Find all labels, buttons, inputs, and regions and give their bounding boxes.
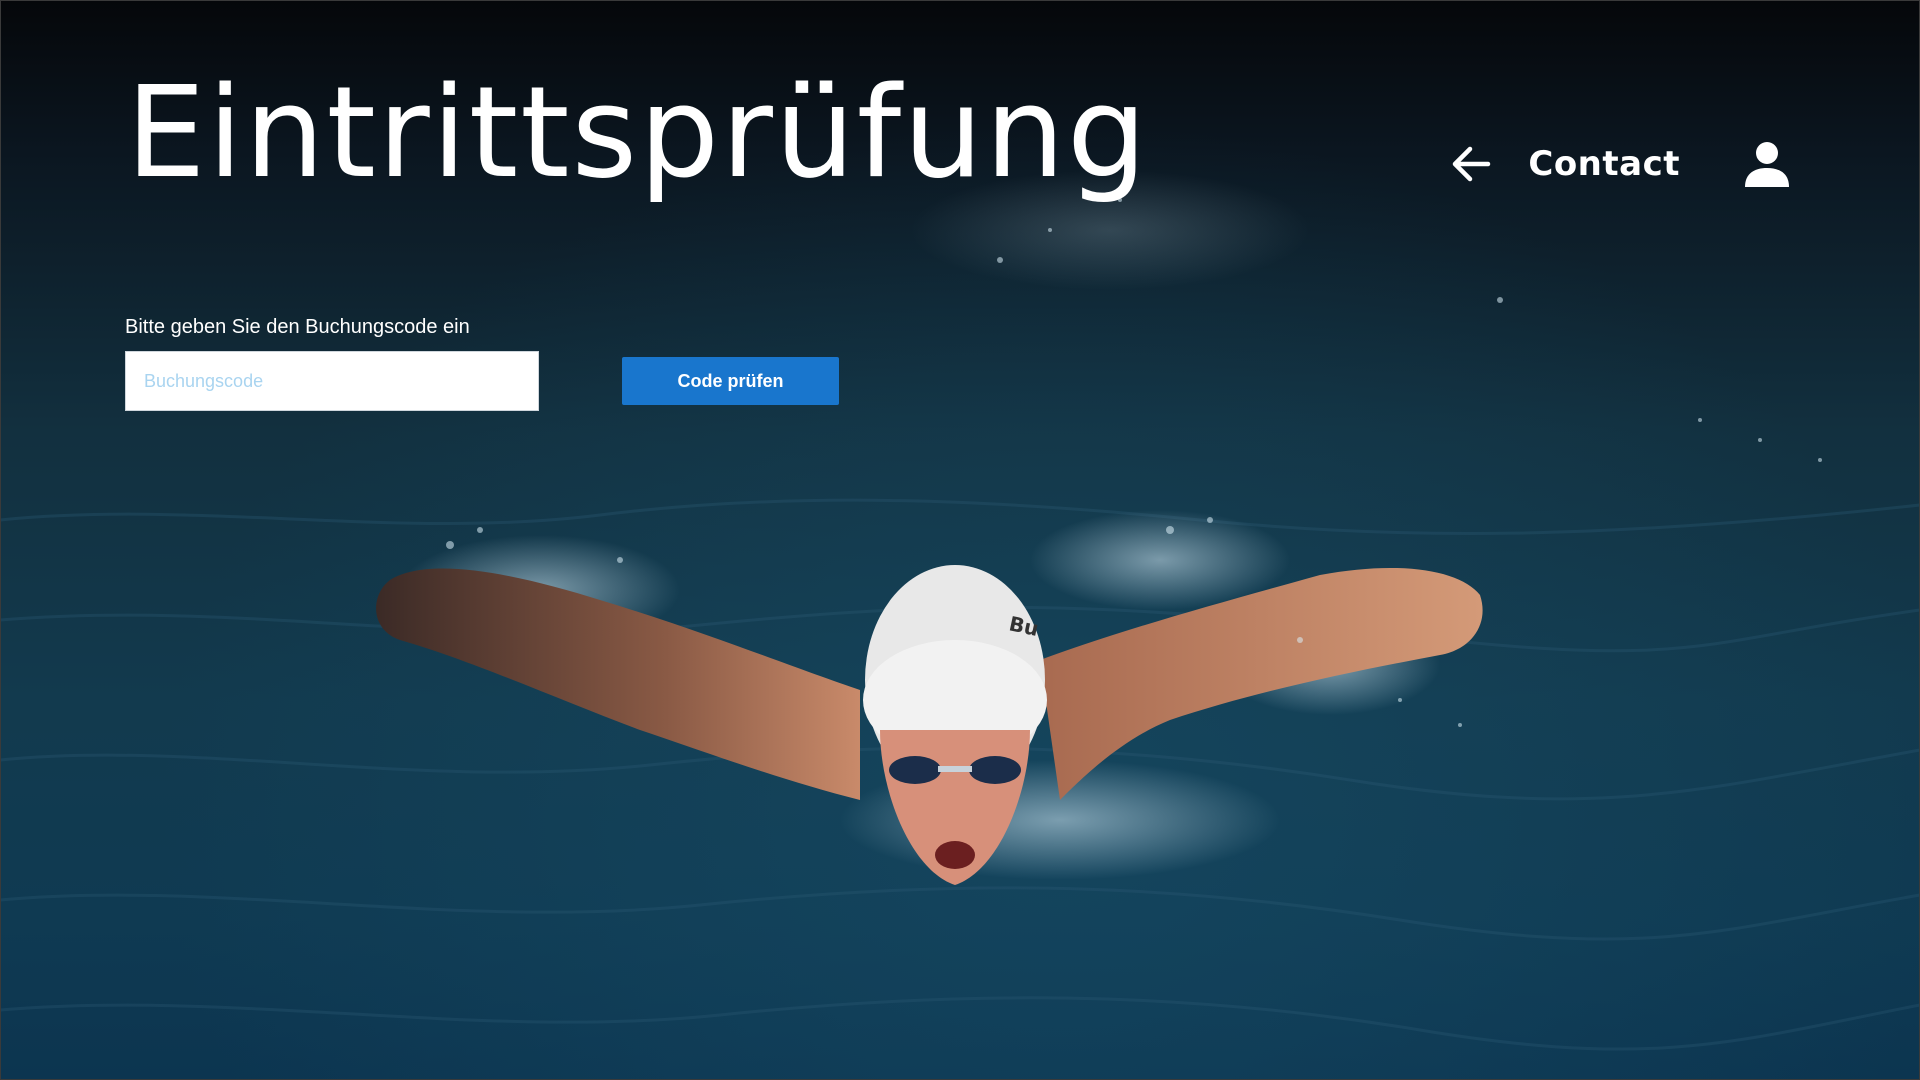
check-code-button[interactable]: Code prüfen	[622, 357, 839, 405]
user-icon[interactable]	[1742, 139, 1792, 189]
form-row: Code prüfen	[125, 351, 839, 411]
contact-link[interactable]: Contact	[1528, 144, 1680, 184]
page-title: Eintrittsprüfung	[126, 59, 1149, 206]
booking-code-label: Bitte geben Sie den Buchungscode ein	[125, 316, 470, 338]
top-nav: Contact	[1448, 128, 1792, 200]
arrow-left-icon[interactable]	[1448, 141, 1494, 187]
booking-code-form: Bitte geben Sie den Buchungscode ein Cod…	[125, 316, 839, 411]
booking-code-input[interactable]	[125, 351, 539, 411]
